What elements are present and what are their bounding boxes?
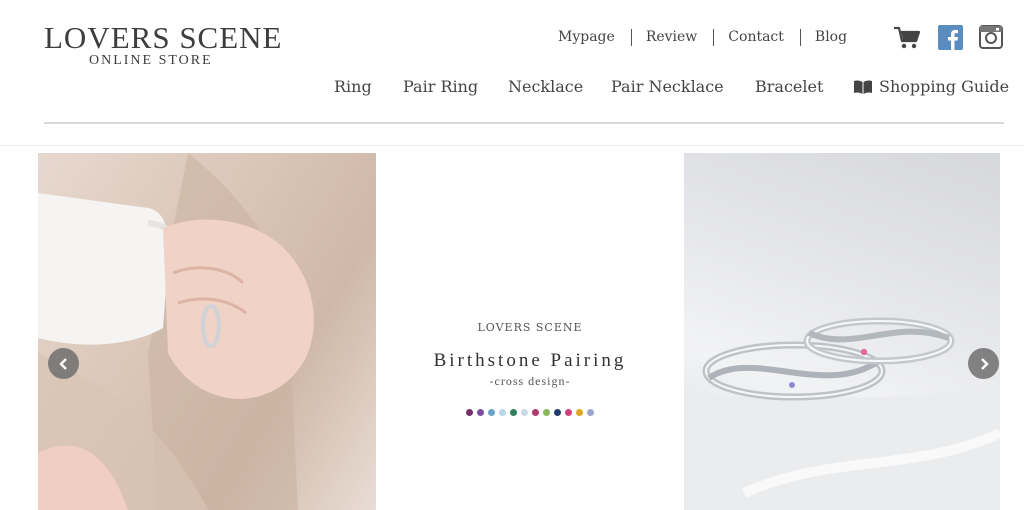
logo-sub-text: ONLINE STORE	[89, 53, 213, 68]
divider	[630, 28, 632, 46]
gem-dot	[477, 409, 484, 416]
mypage-link[interactable]: Mypage	[558, 29, 615, 45]
header-divider	[44, 122, 1004, 124]
contact-link[interactable]: Contact	[728, 29, 784, 45]
gem-dot	[510, 409, 517, 416]
slide-photo-rings	[684, 153, 1000, 510]
nav-pair-necklace[interactable]: Pair Necklace	[611, 77, 724, 96]
gem-dot	[488, 409, 495, 416]
nav-pair-ring[interactable]: Pair Ring	[403, 77, 478, 96]
gem-dot	[576, 409, 583, 416]
slide-text-panel: LOVERS SCENE Birthstone Pairing -cross d…	[376, 153, 684, 510]
slide-title: Birthstone Pairing	[433, 350, 627, 371]
divider	[713, 28, 715, 46]
gem-dot	[565, 409, 572, 416]
book-icon	[854, 79, 872, 94]
chevron-right-icon	[980, 357, 989, 370]
logo[interactable]: LOVERS SCENE ONLINE STORE	[44, 20, 283, 69]
gem-dot	[554, 409, 561, 416]
slide-subtitle: -cross design-	[489, 374, 571, 388]
hand-with-cup-image	[38, 153, 314, 510]
slider-prev-button[interactable]	[48, 348, 79, 379]
review-link[interactable]: Review	[646, 29, 697, 45]
slide-brand: LOVERS SCENE	[477, 321, 583, 334]
nav-necklace[interactable]: Necklace	[508, 77, 583, 96]
logo-main-text: LOVERS SCENE	[44, 20, 283, 55]
pair-rings-image	[684, 317, 1000, 510]
instagram-icon[interactable]	[979, 25, 1003, 49]
nav-bracelet[interactable]: Bracelet	[755, 77, 823, 96]
top-nav: Mypage Review Contact Blog	[558, 27, 847, 47]
main-nav: Ring Pair Ring Necklace Pair Necklace Br…	[0, 75, 1024, 101]
gem-dot	[521, 409, 528, 416]
hero-slider[interactable]: LOVERS SCENE Birthstone Pairing -cross d…	[38, 153, 1000, 510]
gem-dot	[543, 409, 550, 416]
birthstone-gems	[376, 409, 684, 416]
blog-link[interactable]: Blog	[815, 29, 847, 45]
cart-icon[interactable]	[893, 26, 921, 50]
nav-ring[interactable]: Ring	[334, 77, 372, 96]
gem-dot	[466, 409, 473, 416]
shopping-guide-label: Shopping Guide	[879, 77, 1010, 96]
slider-next-button[interactable]	[968, 348, 999, 379]
chevron-left-icon	[58, 357, 67, 370]
section-divider	[0, 145, 1024, 146]
divider	[799, 28, 801, 46]
nav-shopping-guide[interactable]: Shopping Guide	[853, 77, 1009, 96]
gem-dot	[587, 409, 594, 416]
gem-dot	[532, 409, 539, 416]
gem-dot	[499, 409, 506, 416]
facebook-icon[interactable]	[938, 25, 963, 50]
slide-photo-hand-cup	[38, 153, 376, 510]
